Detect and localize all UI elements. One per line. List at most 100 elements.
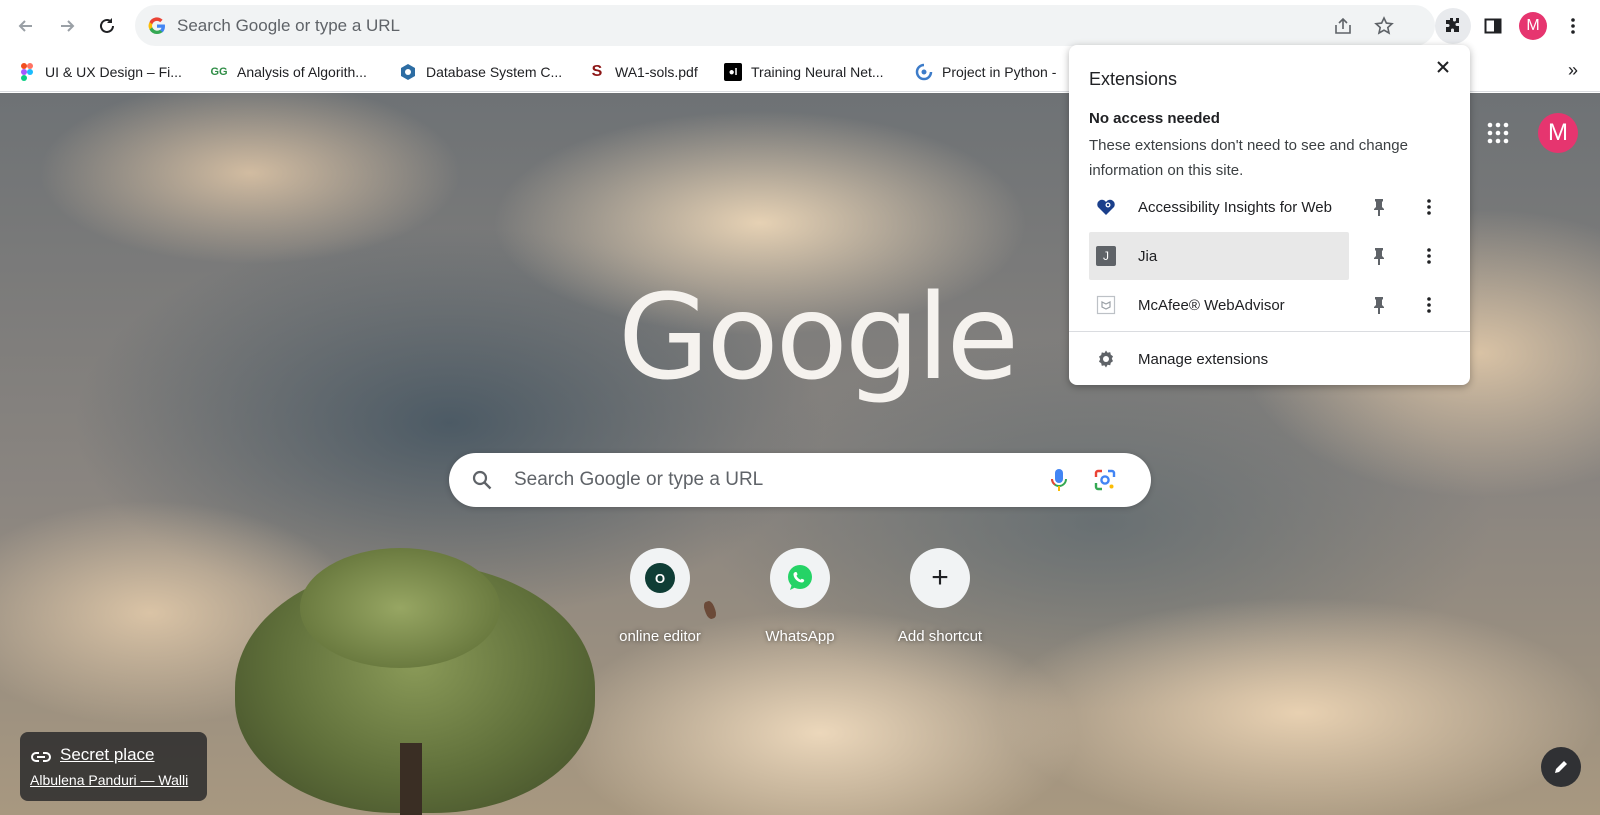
shortcut-label: WhatsApp <box>765 628 835 645</box>
customize-chrome-button[interactable] <box>1541 747 1581 787</box>
pin-icon <box>1374 297 1384 314</box>
bookmark-item[interactable]: Project in Python - <box>915 60 1056 84</box>
search-icon <box>472 470 492 490</box>
shortcut-tile: + <box>910 548 970 608</box>
manage-extensions-label: Manage extensions <box>1138 350 1269 368</box>
chrome-menu-button[interactable] <box>1555 8 1591 44</box>
manage-extensions-button[interactable]: Manage extensions <box>1089 337 1449 381</box>
extension-more-button[interactable] <box>1415 193 1443 221</box>
shortcut-tile: O <box>630 548 690 608</box>
extension-more-button[interactable] <box>1415 291 1443 319</box>
arrow-right-icon <box>61 20 75 32</box>
gear-icon <box>1099 350 1113 368</box>
stanford-icon: S <box>591 63 603 80</box>
reload-icon <box>100 18 114 33</box>
add-shortcut-button[interactable]: + Add shortcut <box>875 548 1005 658</box>
extension-name: Jia <box>1138 247 1158 265</box>
google-apps-button[interactable] <box>1480 115 1516 151</box>
google-lens-icon[interactable] <box>1093 468 1117 492</box>
profile-button[interactable]: M <box>1515 8 1551 44</box>
geeksforgeeks-icon: GG <box>210 66 228 78</box>
bookmark-label: Database System C... <box>426 64 563 80</box>
side-panel-icon <box>1484 18 1502 34</box>
database-hexagon-icon <box>399 63 417 81</box>
section-description: These extensions don't need to see and c… <box>1089 137 1408 179</box>
extensions-menu-title: Extensions <box>1089 69 1178 89</box>
bookmark-item[interactable]: GG Analysis of Algorith... <box>210 60 367 84</box>
extensions-button[interactable] <box>1435 8 1471 44</box>
bookmark-label: Project in Python - <box>942 64 1057 80</box>
accessibility-heart-icon <box>1096 197 1116 217</box>
star-icon <box>1374 16 1394 35</box>
omnibox-placeholder: Search Google or type a URL <box>177 16 401 35</box>
kebab-menu-icon <box>1571 18 1575 34</box>
google-g-icon <box>148 17 165 35</box>
extension-more-button[interactable] <box>1415 242 1443 270</box>
account-avatar[interactable]: M <box>1538 113 1578 153</box>
extension-name: Accessibility Insights for Web <box>1138 198 1332 216</box>
extension-item-accessibility-insights[interactable]: Accessibility Insights for Web <box>1089 183 1349 231</box>
mcafee-icon <box>1096 295 1116 315</box>
omnibox[interactable]: Search Google or type a URL <box>135 5 1435 46</box>
microphone-icon[interactable] <box>1047 467 1071 493</box>
shortcut-tile <box>770 548 830 608</box>
whatsapp-icon <box>788 565 812 590</box>
close-button[interactable] <box>1429 53 1457 81</box>
kebab-menu-icon <box>1427 199 1431 215</box>
bookmark-item[interactable]: Database System C... <box>399 60 562 84</box>
medium-icon: ●I <box>724 63 742 81</box>
attribution-author-link[interactable]: Albulena Panduri — Walli <box>30 772 188 788</box>
divider <box>1069 331 1470 332</box>
ntp-search-box[interactable]: Search Google or type a URL <box>449 453 1151 507</box>
python-project-icon <box>915 63 933 81</box>
pencil-icon <box>1555 761 1567 773</box>
background-attribution: Secret place Albulena Panduri — Walli <box>20 732 207 801</box>
avatar: M <box>1519 12 1547 40</box>
extension-name: McAfee® WebAdvisor <box>1138 296 1285 314</box>
pin-button[interactable] <box>1365 291 1393 319</box>
kebab-menu-icon <box>1427 297 1431 313</box>
bookmark-label: WA1-sols.pdf <box>615 64 698 80</box>
google-logo: Google <box>618 268 1019 406</box>
bookmark-label: UI & UX Design – Fi... <box>45 64 182 80</box>
extension-item-jia[interactable]: J Jia <box>1089 232 1349 280</box>
section-title: No access needed <box>1089 110 1220 127</box>
shortcut-label: Add shortcut <box>897 628 983 645</box>
shortcut-label: online editor <box>619 628 701 645</box>
back-button[interactable] <box>8 8 44 44</box>
kebab-menu-icon <box>1427 248 1431 264</box>
close-icon <box>1437 61 1449 73</box>
side-panel-button[interactable] <box>1475 8 1511 44</box>
extension-item-mcafee[interactable]: McAfee® WebAdvisor <box>1089 281 1349 329</box>
tree-highlight <box>300 548 500 668</box>
bookmark-star-button[interactable] <box>1371 13 1397 39</box>
bookmark-item[interactable]: ●I Training Neural Net... <box>724 60 884 84</box>
bookmark-item[interactable]: UI & UX Design – Fi... <box>18 60 182 84</box>
figma-icon <box>18 63 36 81</box>
reload-button[interactable] <box>89 8 125 44</box>
bookmark-label: Analysis of Algorith... <box>237 64 367 80</box>
tree-trunk <box>400 743 422 815</box>
pin-button[interactable] <box>1365 193 1393 221</box>
search-placeholder: Search Google or type a URL <box>514 469 764 490</box>
bookmark-item[interactable]: S WA1-sols.pdf <box>588 60 698 84</box>
jia-icon: J <box>1096 246 1116 266</box>
shortcut-whatsapp[interactable]: WhatsApp <box>735 548 865 658</box>
pin-icon <box>1374 248 1384 265</box>
arrow-left-icon <box>18 20 32 32</box>
share-icon <box>1335 17 1351 34</box>
pin-button[interactable] <box>1365 242 1393 270</box>
bookmark-label: Training Neural Net... <box>751 64 884 80</box>
online-editor-icon: O <box>645 563 675 593</box>
more-bookmarks-button[interactable]: » <box>1568 60 1578 81</box>
forward-button[interactable] <box>49 8 85 44</box>
pin-icon <box>1374 199 1384 216</box>
puzzle-icon <box>1446 18 1459 32</box>
extensions-menu: Extensions No access needed These extens… <box>1069 45 1470 385</box>
link-icon <box>31 752 51 762</box>
plus-icon: + <box>931 561 949 594</box>
share-button[interactable] <box>1330 13 1356 39</box>
attribution-title-link[interactable]: Secret place <box>60 745 155 765</box>
apps-grid-icon <box>1487 122 1509 144</box>
shortcut-online-editor[interactable]: O online editor <box>595 548 725 658</box>
